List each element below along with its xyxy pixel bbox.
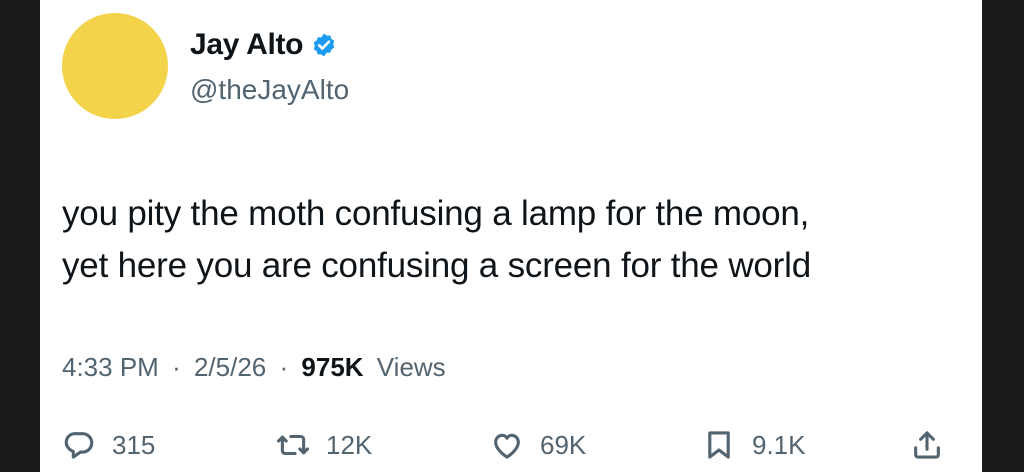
meta-separator: · <box>279 352 289 382</box>
reply-button[interactable]: 315 <box>62 428 155 462</box>
author-display-name[interactable]: Jay Alto <box>190 28 304 62</box>
views-label: Views <box>376 352 446 382</box>
tweet-time[interactable]: 4:33 PM <box>62 352 159 382</box>
repost-count: 12K <box>326 429 373 460</box>
verified-badge-icon <box>311 32 337 58</box>
tweet-text-line: yet here you are confusing a screen for … <box>62 246 811 285</box>
author-name-row: Jay Alto <box>190 28 337 62</box>
bookmark-count: 9.1K <box>752 429 806 460</box>
repost-button[interactable]: 12K <box>276 428 372 462</box>
tweet-text-line: you pity the moth confusing a lamp for t… <box>62 194 810 233</box>
like-icon <box>494 433 520 459</box>
tweet-card: Jay Alto @theJayAlto you pity the moth c… <box>40 0 982 472</box>
tweet-text: you pity the moth confusing a lamp for t… <box>62 188 972 292</box>
author-handle[interactable]: @theJayAlto <box>190 74 349 106</box>
views-count: 975K <box>301 352 364 382</box>
reply-count: 315 <box>112 429 156 460</box>
like-button[interactable]: 69K <box>490 428 586 462</box>
share-icon <box>914 431 940 459</box>
tweet-metadata: 4:33 PM · 2/5/26 · 975K Views <box>62 352 446 383</box>
repost-icon <box>276 434 310 456</box>
tweet-date[interactable]: 2/5/26 <box>194 352 266 382</box>
bookmark-icon <box>708 431 730 459</box>
like-count: 69K <box>540 429 587 460</box>
bookmark-button[interactable]: 9.1K <box>702 428 806 462</box>
share-button[interactable] <box>910 428 944 462</box>
meta-separator: · <box>172 352 181 382</box>
avatar[interactable] <box>62 13 168 119</box>
reply-icon <box>64 432 94 459</box>
action-bar: 315 12K 69K 9.1K <box>62 428 942 472</box>
screenshot-frame: Jay Alto @theJayAlto you pity the moth c… <box>0 0 1024 472</box>
